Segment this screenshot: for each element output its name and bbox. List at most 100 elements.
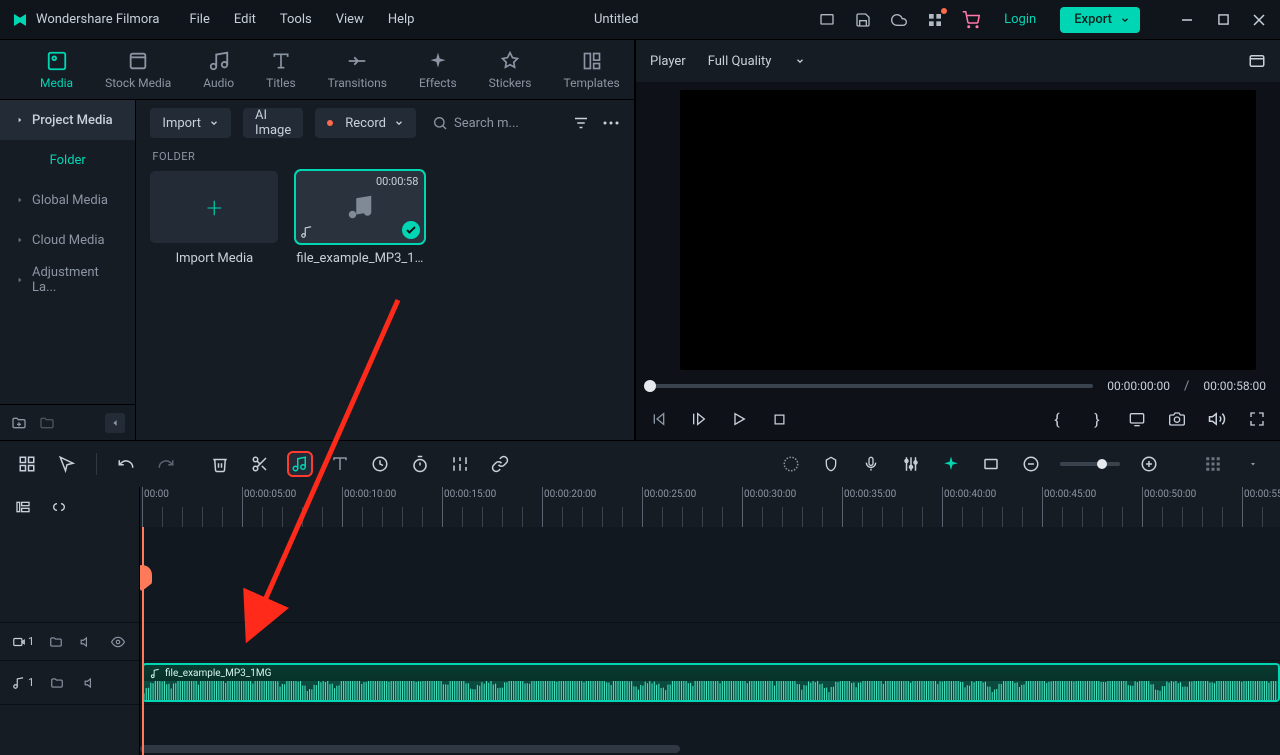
fullscreen-icon[interactable] xyxy=(1248,410,1266,428)
timeline-h-scroll-thumb[interactable] xyxy=(140,745,680,753)
zoom-in-icon[interactable] xyxy=(1138,453,1160,475)
thumb-import[interactable]: + Import Media xyxy=(150,171,278,266)
window-minimize[interactable] xyxy=(1176,9,1198,31)
import-button[interactable]: Import xyxy=(150,108,231,138)
redo-icon[interactable] xyxy=(155,453,177,475)
tab-titles[interactable]: Titles xyxy=(250,40,311,99)
prev-frame-icon[interactable] xyxy=(650,410,668,428)
voiceover-icon[interactable] xyxy=(860,453,882,475)
login-button[interactable]: Login xyxy=(998,8,1042,31)
cloud-icon[interactable] xyxy=(890,11,908,29)
text-icon[interactable] xyxy=(329,453,351,475)
new-folder-icon[interactable] xyxy=(10,414,28,432)
timeline-ruler[interactable]: 00:0000:00:05:0000:00:10:0000:00:15:0000… xyxy=(140,487,1280,527)
menu-help[interactable]: Help xyxy=(388,12,415,27)
play-back-icon[interactable] xyxy=(690,410,708,428)
audio-track[interactable]: file_example_MP3_1MG xyxy=(140,661,1280,705)
tab-media[interactable]: Media xyxy=(24,40,89,99)
layout-icon[interactable] xyxy=(1202,453,1224,475)
audio-clip[interactable]: file_example_MP3_1MG xyxy=(142,663,1280,702)
track-mute-icon[interactable] xyxy=(77,631,96,653)
zoom-slider[interactable] xyxy=(1060,462,1120,466)
snapshot-icon[interactable] xyxy=(1248,52,1266,70)
speed-icon[interactable] xyxy=(369,453,391,475)
split-icon[interactable] xyxy=(249,453,271,475)
timer-icon[interactable] xyxy=(409,453,431,475)
sidebar-adjustment-layer[interactable]: Adjustment La... xyxy=(0,260,135,300)
video-track-icon[interactable]: 1 xyxy=(12,635,34,649)
sidebar-folder[interactable]: Folder xyxy=(0,140,135,180)
render-icon[interactable] xyxy=(780,453,802,475)
tab-templates[interactable]: Templates xyxy=(548,40,636,99)
play-icon[interactable] xyxy=(730,410,748,428)
mark-out-icon[interactable]: } xyxy=(1088,410,1106,428)
export-button[interactable]: Export xyxy=(1060,7,1140,33)
zoom-out-icon[interactable] xyxy=(1020,453,1042,475)
sidebar-global-media[interactable]: Global Media xyxy=(0,180,135,220)
ai-image-button[interactable]: AI Image xyxy=(243,108,303,138)
camera-icon[interactable] xyxy=(1168,410,1186,428)
link-icon[interactable] xyxy=(489,453,511,475)
audio-track-lock-icon[interactable] xyxy=(46,672,68,694)
menu-tools[interactable]: Tools xyxy=(280,12,312,27)
scrub-track[interactable] xyxy=(650,384,1093,388)
scrub-handle[interactable] xyxy=(644,380,656,392)
playhead[interactable] xyxy=(142,527,144,755)
menu-view[interactable]: View xyxy=(336,12,364,27)
waveform xyxy=(144,681,1278,702)
video-preview[interactable] xyxy=(680,90,1256,370)
window-maximize[interactable] xyxy=(1212,9,1234,31)
screen-icon[interactable] xyxy=(818,11,836,29)
adjust-icon[interactable] xyxy=(449,453,471,475)
audio-track-mute-icon[interactable] xyxy=(80,672,102,694)
sidebar-collapse-button[interactable] xyxy=(105,413,125,433)
tab-stock-media[interactable]: Stock Media xyxy=(89,40,187,99)
search-input[interactable] xyxy=(454,116,524,131)
track-hide-icon[interactable] xyxy=(108,631,127,653)
track-lock-icon[interactable] xyxy=(46,631,65,653)
tab-stickers[interactable]: Stickers xyxy=(473,40,548,99)
group-select-icon[interactable] xyxy=(16,453,38,475)
track-header-icon[interactable] xyxy=(12,496,34,518)
link-unlink-icon[interactable] xyxy=(48,496,70,518)
mark-in-icon[interactable]: { xyxy=(1048,410,1066,428)
crop-icon[interactable] xyxy=(980,453,1002,475)
sidebar-cloud-media[interactable]: Cloud Media xyxy=(0,220,135,260)
tab-effects[interactable]: Effects xyxy=(403,40,473,99)
record-button[interactable]: Record xyxy=(315,108,416,138)
more-icon[interactable] xyxy=(602,114,620,132)
sidebar-project-media[interactable]: Project Media xyxy=(0,100,135,140)
cart-icon[interactable] xyxy=(962,11,980,29)
empty-track[interactable] xyxy=(140,527,1280,623)
tracks-area[interactable]: file_example_MP3_1MG xyxy=(140,527,1280,755)
audio-track-icon[interactable]: 1 xyxy=(12,676,34,690)
audio-tools-icon[interactable] xyxy=(289,453,311,475)
delete-icon[interactable] xyxy=(209,453,231,475)
thumb-file[interactable]: 00:00:58 file_example_MP3_1MG xyxy=(296,171,424,266)
window-close[interactable] xyxy=(1248,9,1270,31)
media-search[interactable] xyxy=(428,108,548,138)
stop-icon[interactable] xyxy=(770,410,788,428)
folder-icon[interactable] xyxy=(38,414,56,432)
tab-transitions[interactable]: Transitions xyxy=(312,40,403,99)
quality-dropdown[interactable]: Full Quality xyxy=(708,54,806,69)
volume-icon[interactable] xyxy=(1208,410,1226,428)
timeline-h-scrollbar[interactable] xyxy=(140,745,1260,753)
zoom-handle[interactable] xyxy=(1097,459,1107,469)
marker-icon[interactable] xyxy=(820,453,842,475)
menu-edit[interactable]: Edit xyxy=(234,12,256,27)
selection-tool-icon[interactable] xyxy=(56,453,78,475)
player-tab[interactable]: Player xyxy=(650,54,686,69)
display-icon[interactable] xyxy=(1128,410,1146,428)
video-track[interactable] xyxy=(140,623,1280,661)
save-icon[interactable] xyxy=(854,11,872,29)
more-tools-icon[interactable] xyxy=(1242,453,1264,475)
apps-icon[interactable] xyxy=(926,11,944,29)
filter-icon[interactable] xyxy=(572,114,590,132)
undo-icon[interactable] xyxy=(115,453,137,475)
auto-beat-icon[interactable] xyxy=(940,453,962,475)
tab-audio[interactable]: Audio xyxy=(187,40,250,99)
menu-file[interactable]: File xyxy=(189,12,209,27)
stickers-icon xyxy=(499,50,521,72)
mixer-icon[interactable] xyxy=(900,453,922,475)
